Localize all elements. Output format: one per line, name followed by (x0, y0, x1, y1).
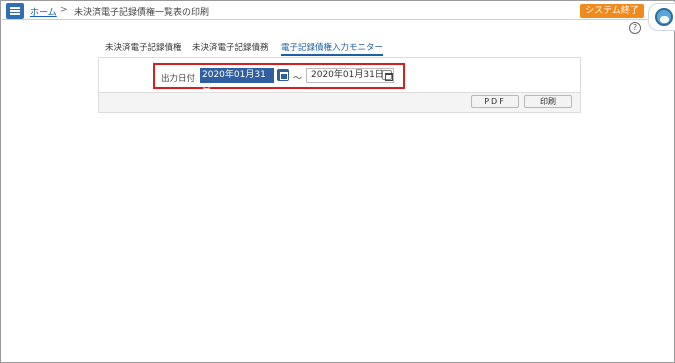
date-from-input[interactable]: 2020年01月31日 (200, 68, 274, 95)
output-date-label: 出力日付 (161, 74, 196, 84)
system-exit-button[interactable]: システム終了 (580, 4, 644, 18)
assistant-avatar-icon (655, 8, 673, 26)
range-separator: 〜 (293, 74, 303, 84)
page-title: 未決済電子記録債権一覧表の印刷 (74, 8, 210, 18)
pdf-button[interactable]: PDF (471, 95, 519, 108)
tab-unsettled-receivables[interactable]: 未決済電子記録債権 (105, 41, 182, 53)
app-frame: ホーム > 未決済電子記録債権一覧表の印刷 システム終了 ? 未決済電子記録債権… (0, 0, 675, 363)
date-to-input[interactable]: 2020年01月31日 (306, 68, 394, 83)
breadcrumb-separator: > (60, 5, 68, 15)
print-button[interactable]: 印刷 (524, 95, 572, 108)
tab-receivables-input-monitor[interactable]: 電子記録債権入力モニター (281, 41, 384, 56)
tab-unsettled-payables[interactable]: 未決済電子記録債務 (192, 41, 269, 53)
top-bar: ホーム > 未決済電子記録債権一覧表の印刷 システム終了 (2, 2, 675, 20)
help-icon[interactable]: ? (629, 22, 641, 34)
calendar-to-icon[interactable] (382, 70, 393, 81)
assistant-avatar-tab[interactable] (648, 3, 675, 31)
calendar-from-icon[interactable] (277, 69, 289, 81)
hamburger-menu-icon[interactable] (6, 3, 24, 19)
breadcrumb-home-link[interactable]: ホーム (30, 5, 57, 18)
